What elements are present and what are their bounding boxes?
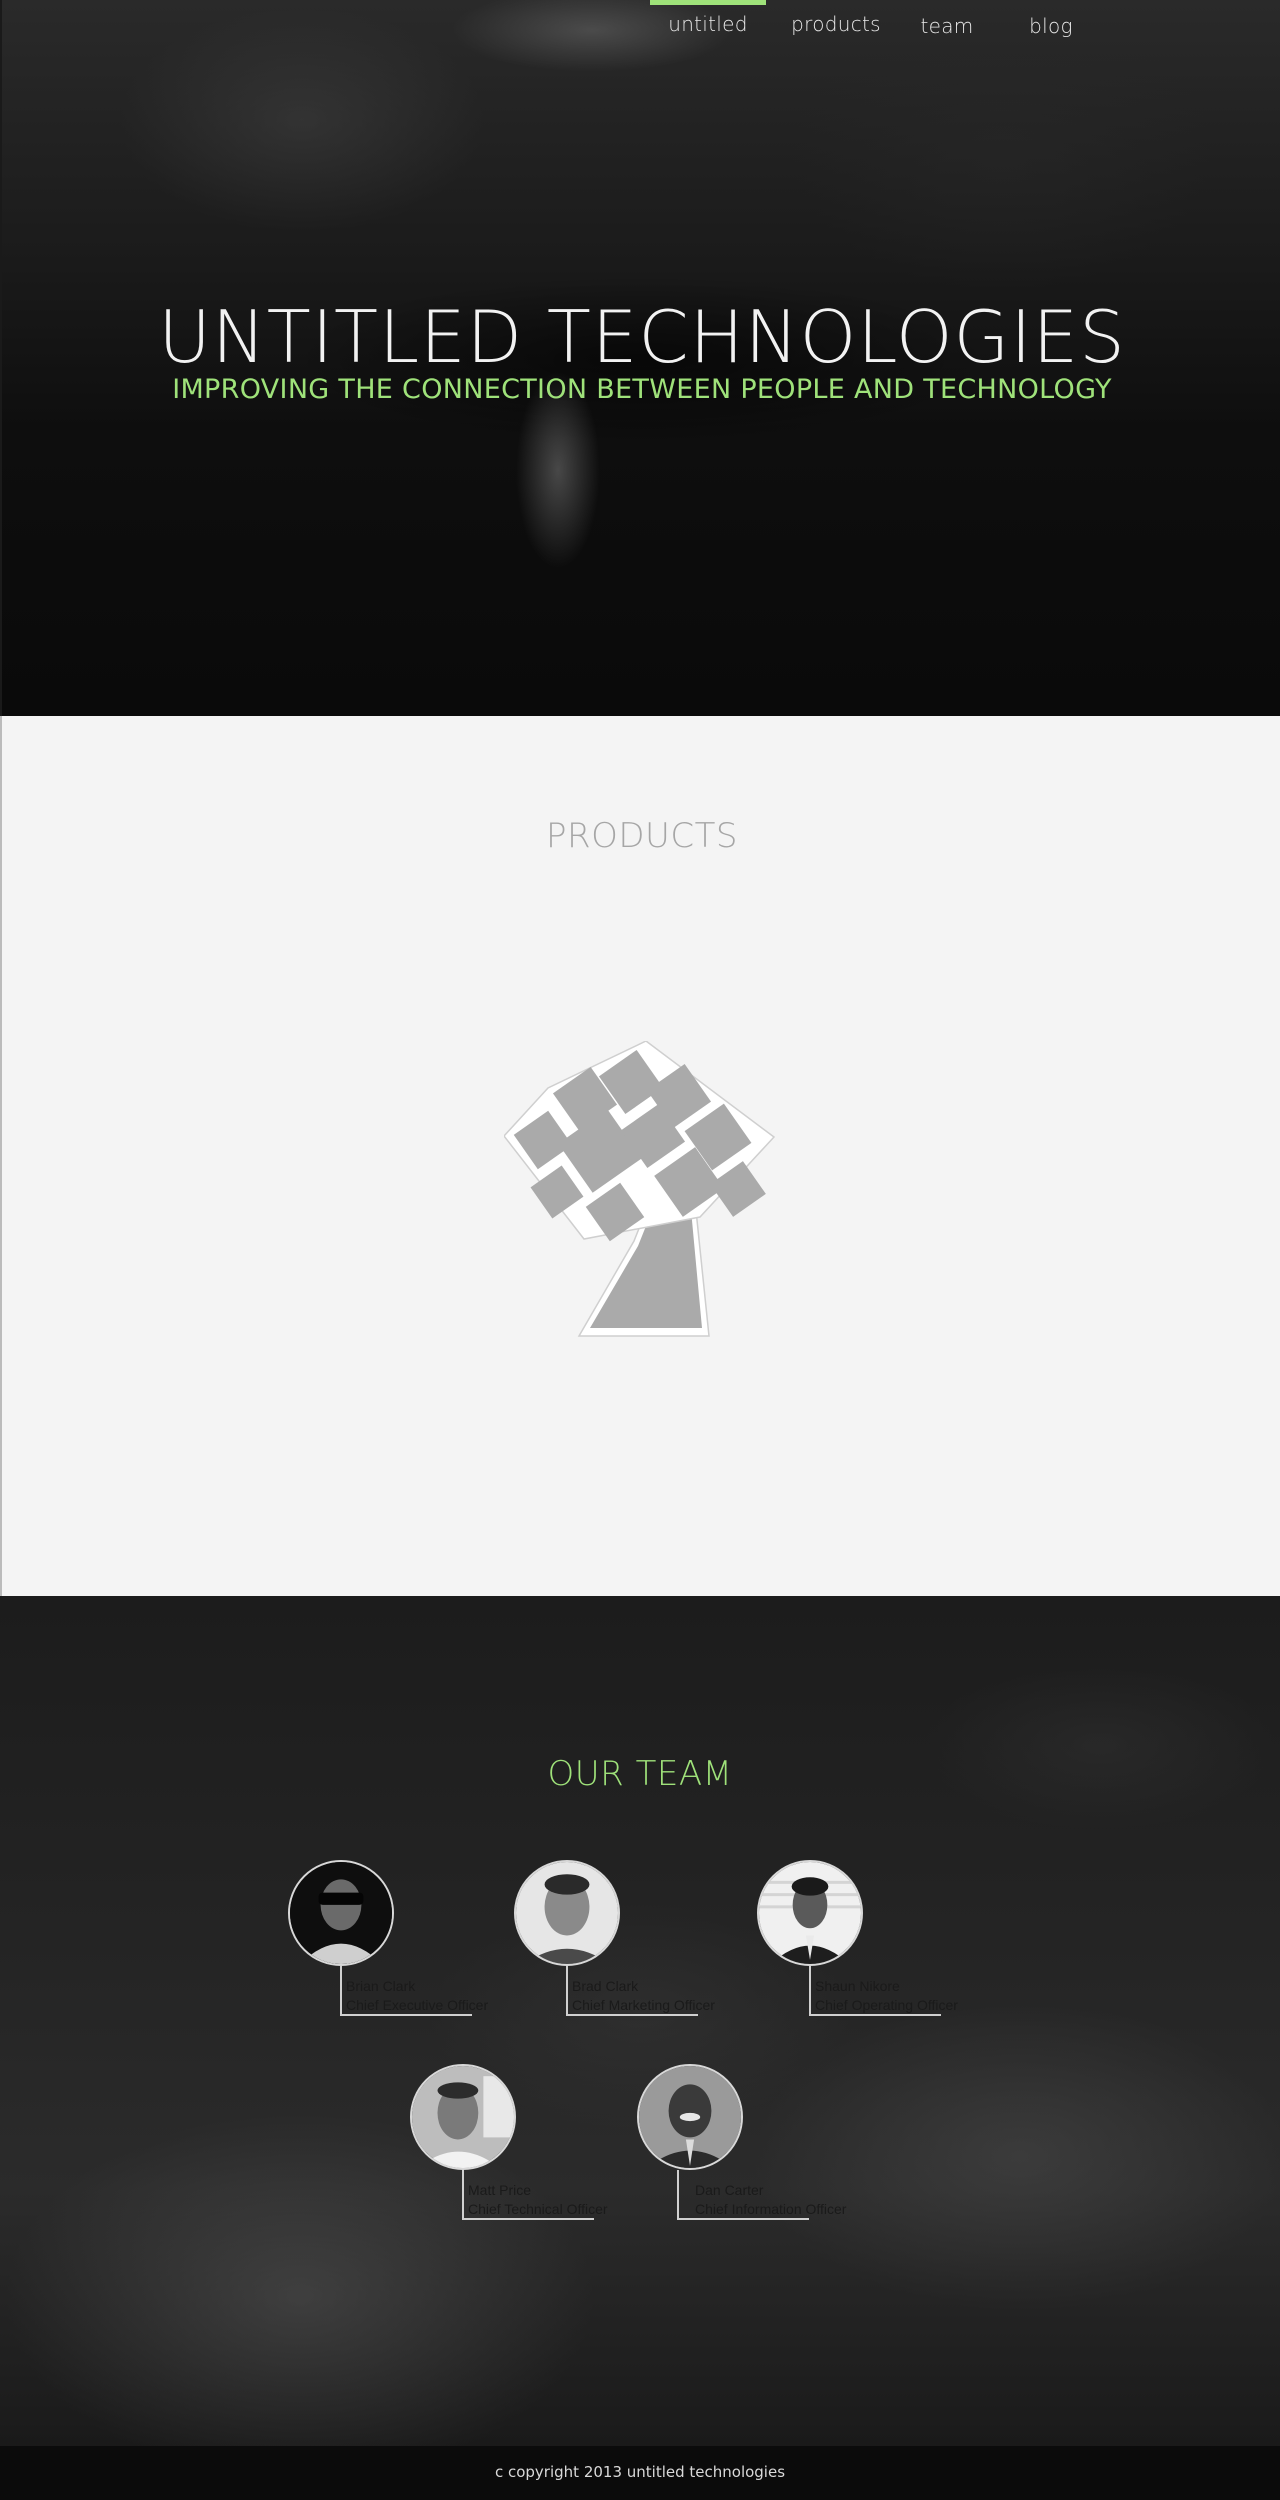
team-section: OUR TEAM Brian Clark Chief Executive Off… [0,1596,1280,2446]
member-role: Chief Marketing Officer [572,1997,715,2013]
member-role: Chief Information Officer [695,2201,847,2217]
person-photo-icon [290,1862,392,1964]
member-role: Chief Executive Officer [346,1997,489,2013]
member-name: Brad Clark [572,1978,639,1994]
nav-item-label: team [920,14,974,38]
person-photo-icon [759,1862,861,1964]
avatar [410,2064,516,2170]
team-member[interactable]: Dan Carter Chief Information Officer [637,2064,877,2224]
team-member[interactable]: Matt Price Chief Technical Officer [410,2064,650,2224]
avatar [757,1860,863,1966]
nav-item-products[interactable]: products [780,0,892,50]
team-member[interactable]: Brad Clark Chief Marketing Officer [514,1860,754,2020]
main-nav: untitled products team blog [2,0,1280,50]
member-name: Shaun Nikore [815,1978,900,1994]
copyright-text: c copyright 2013 untitled technologies [494,2463,786,2481]
nav-item-team[interactable]: team [906,0,988,50]
products-section: PRODUCTS [0,716,1280,1596]
nav-item-blog[interactable]: blog [1010,0,1092,50]
avatar [637,2064,743,2170]
avatar [514,1860,620,1966]
member-name: Dan Carter [695,2182,764,2198]
team-member[interactable]: Shaun Nikore Chief Operating Officer [757,1860,997,2020]
member-role: Chief Technical Officer [468,2201,608,2217]
tree-logo-icon [504,1041,776,1337]
nav-item-label: products [791,12,881,36]
products-heading: PRODUCTS [545,816,739,856]
nav-item-untitled[interactable]: untitled [650,0,766,50]
nav-item-label: untitled [668,12,748,36]
person-photo-icon [516,1862,618,1964]
member-role: Chief Operating Officer [815,1997,958,2013]
person-photo-icon [412,2066,514,2168]
avatar [288,1860,394,1966]
team-heading: OUR TEAM [547,1754,733,1794]
hero-tagline: IMPROVING THE CONNECTION BETWEEN PEOPLE … [172,374,1112,405]
member-name: Brian Clark [346,1978,416,1994]
footer: c copyright 2013 untitled technologies [0,2446,1280,2500]
person-photo-icon [639,2066,741,2168]
hero-section: untitled products team blog UNTITLED TEC… [0,0,1280,716]
member-name: Matt Price [468,2182,532,2198]
hero-title: UNTITLED TECHNOLOGIES [158,295,1126,379]
nav-item-label: blog [1029,14,1073,38]
team-member[interactable]: Brian Clark Chief Executive Officer [288,1860,528,2020]
